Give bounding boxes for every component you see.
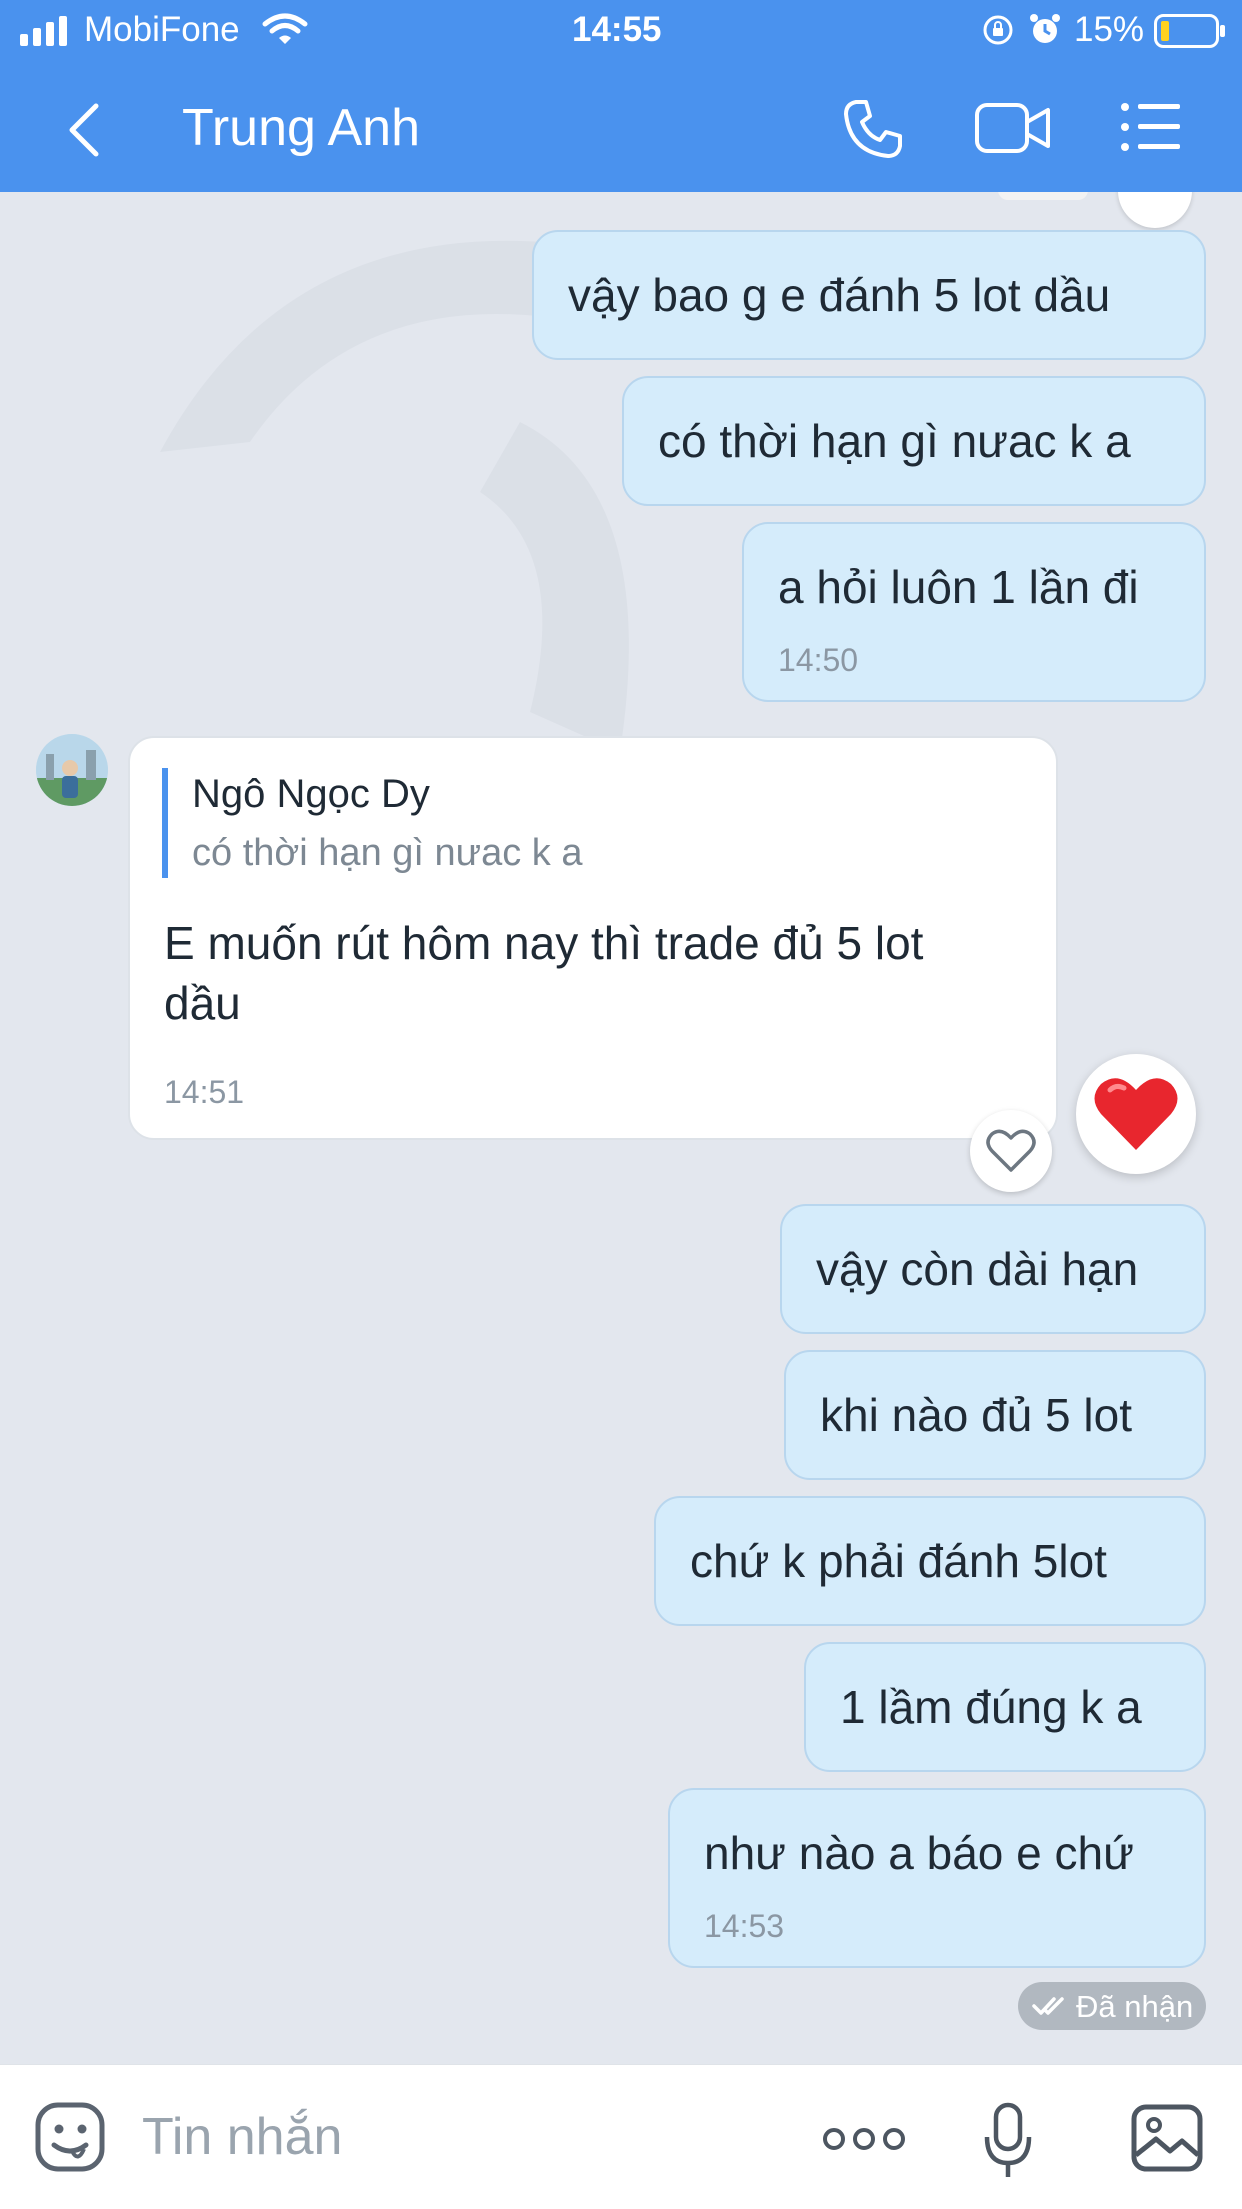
- message-text: như nào a báo e chứ: [704, 1827, 1134, 1879]
- more-button[interactable]: [822, 2125, 906, 2158]
- sticker-button[interactable]: [34, 2101, 108, 2180]
- message-composer: Tin nhắn: [0, 2064, 1242, 2209]
- microphone-icon: [984, 2102, 1032, 2177]
- video-call-button[interactable]: [974, 100, 1052, 156]
- reply-quote-bar: [162, 768, 168, 878]
- heart-outline-icon: [986, 1129, 1036, 1172]
- phone-icon: [844, 100, 902, 158]
- heart-icon: [1094, 1078, 1178, 1150]
- message-bubble-sent[interactable]: như nào a báo e chứ 14:53: [668, 1788, 1206, 1968]
- message-bubble-sent[interactable]: vậy còn dài hạn: [780, 1204, 1206, 1334]
- message-text: vậy bao g e đánh 5 lot dầu: [568, 269, 1111, 321]
- message-time: 14:50: [778, 642, 859, 678]
- wifi-icon: [262, 12, 308, 51]
- list-menu-icon: [1121, 103, 1180, 151]
- message-bubble-sent[interactable]: có thời hạn gì nưac k a: [622, 376, 1206, 506]
- sticker-fragment: [998, 192, 1088, 200]
- alarm-icon: [1028, 12, 1062, 51]
- message-time: 14:51: [164, 1074, 245, 1110]
- back-button[interactable]: [62, 100, 106, 160]
- reaction-badge[interactable]: [1118, 192, 1192, 228]
- react-button[interactable]: [970, 1110, 1052, 1192]
- sticker-face-icon: [35, 2102, 105, 2172]
- signal-icon: [20, 16, 72, 51]
- message-text: vậy còn dài hạn: [816, 1243, 1139, 1295]
- image-icon: [1131, 2104, 1203, 2172]
- message-time: 14:53: [704, 1908, 785, 1944]
- message-text: có thời hạn gì nưac k a: [658, 415, 1131, 467]
- message-text-line-2: dầu: [164, 977, 241, 1029]
- message-text: a hỏi luôn 1 lần đi: [778, 561, 1139, 613]
- reply-quote-text: có thời hạn gì nưac k a: [192, 832, 583, 874]
- clock-time: 14:55: [572, 10, 662, 49]
- delivery-status-badge: Đã nhận: [1018, 1982, 1206, 2030]
- message-bubble-sent[interactable]: chứ k phải đánh 5lot: [654, 1496, 1206, 1626]
- message-text-line-1: E muốn rút hôm nay thì trade đủ 5 lot: [164, 917, 924, 969]
- video-camera-icon: [975, 103, 1050, 153]
- carrier-name: MobiFone: [84, 10, 240, 49]
- rotation-lock-icon: [982, 14, 1014, 51]
- call-button[interactable]: [840, 96, 906, 162]
- message-bubble-sent[interactable]: khi nào đủ 5 lot: [784, 1350, 1206, 1480]
- menu-button[interactable]: [1120, 102, 1182, 152]
- message-bubble-sent[interactable]: 1 lầm đúng k a: [804, 1642, 1206, 1772]
- avatar[interactable]: [36, 734, 108, 806]
- message-bubble-sent[interactable]: vậy bao g e đánh 5 lot dầu: [532, 230, 1206, 360]
- double-check-icon: [1032, 1997, 1064, 2015]
- chat-header: MobiFone 14:55 15% Trung Anh: [0, 0, 1242, 192]
- delivery-status-text: Đã nhận: [1076, 1989, 1194, 2024]
- message-text: 1 lầm đúng k a: [840, 1681, 1142, 1733]
- more-dots-icon: [823, 2128, 905, 2150]
- message-bubble-received[interactable]: Ngô Ngọc Dy có thời hạn gì nưac k a E mu…: [128, 736, 1058, 1140]
- message-text: khi nào đủ 5 lot: [820, 1389, 1133, 1441]
- message-bubble-sent[interactable]: a hỏi luôn 1 lần đi 14:50: [742, 522, 1206, 702]
- battery-percent: 15%: [1074, 10, 1145, 49]
- contact-name[interactable]: Trung Anh: [182, 98, 420, 158]
- reply-quote-author: Ngô Ngọc Dy: [192, 772, 430, 816]
- voice-button[interactable]: [982, 2101, 1034, 2186]
- message-text: chứ k phải đánh 5lot: [690, 1535, 1107, 1587]
- message-input[interactable]: Tin nhắn: [142, 2107, 342, 2167]
- chevron-left-icon: [69, 103, 99, 157]
- reaction-heart[interactable]: [1076, 1054, 1196, 1174]
- message-list[interactable]: vậy bao g e đánh 5 lot dầu có thời hạn g…: [0, 192, 1242, 2064]
- battery-icon: [1154, 14, 1226, 53]
- image-button[interactable]: [1130, 2103, 1204, 2178]
